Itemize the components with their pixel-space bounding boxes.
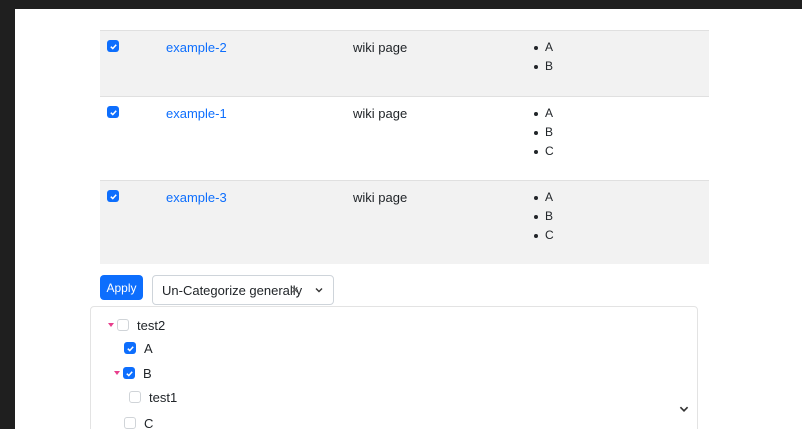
category-list: A B C [534,104,554,161]
page-type: wiki page [353,106,408,121]
tree-node-a[interactable]: A [124,339,153,357]
table-row: example-1 wiki page A B C [100,96,709,180]
list-item: A [534,188,554,207]
list-item: C [534,226,554,245]
tree-checkbox[interactable] [124,342,136,354]
caret-down-icon[interactable] [114,371,120,375]
list-item: A [534,38,553,57]
tree-node-b[interactable]: B [114,364,152,382]
chevron-down-icon[interactable] [678,403,690,415]
select-value: Un-Categorize generally [162,282,303,298]
list-item: C [534,142,554,161]
list-item: B [534,207,554,226]
category-list: A B [534,38,553,76]
table-row: example-3 wiki page A B C [100,180,709,264]
row-checkbox[interactable] [107,40,119,52]
table-row-partial [100,9,709,30]
tree-node-label: test2 [137,317,166,333]
tree-checkbox[interactable] [123,367,135,379]
list-item: B [534,123,554,142]
tree-node-c[interactable]: C [124,414,153,429]
tree-node-test2[interactable]: test2 [108,316,165,334]
page-link[interactable]: example-3 [166,190,227,205]
category-tree: test2 A B test1 C [90,306,698,429]
tree-node-label: B [143,365,152,381]
page-type: wiki page [353,190,408,205]
page-link[interactable]: example-2 [166,40,227,55]
tree-node-label: C [144,415,154,429]
tree-checkbox[interactable] [124,417,136,429]
clear-icon[interactable]: × [291,282,299,297]
category-list: A B C [534,188,554,245]
page-type: wiki page [353,40,408,55]
row-checkbox[interactable] [107,190,119,202]
page: example-2 wiki page A B example-1 wiki p… [15,9,802,429]
list-item: B [534,57,553,76]
apply-button[interactable]: Apply [100,275,143,300]
chevron-down-icon [315,288,323,293]
action-select[interactable]: Un-Categorize generally × [152,275,334,305]
tree-node-label: A [144,340,153,356]
tree-node-label: test1 [149,389,178,405]
table-row: example-2 wiki page A B [100,30,709,96]
caret-down-icon[interactable] [108,323,114,327]
list-item: A [534,104,554,123]
tree-checkbox[interactable] [129,391,141,403]
tree-node-test1[interactable]: test1 [129,388,177,406]
page-link[interactable]: example-1 [166,106,227,121]
tree-checkbox[interactable] [117,319,129,331]
row-checkbox[interactable] [107,106,119,118]
pages-table: example-2 wiki page A B example-1 wiki p… [100,9,709,264]
window-top-bar [0,0,802,9]
